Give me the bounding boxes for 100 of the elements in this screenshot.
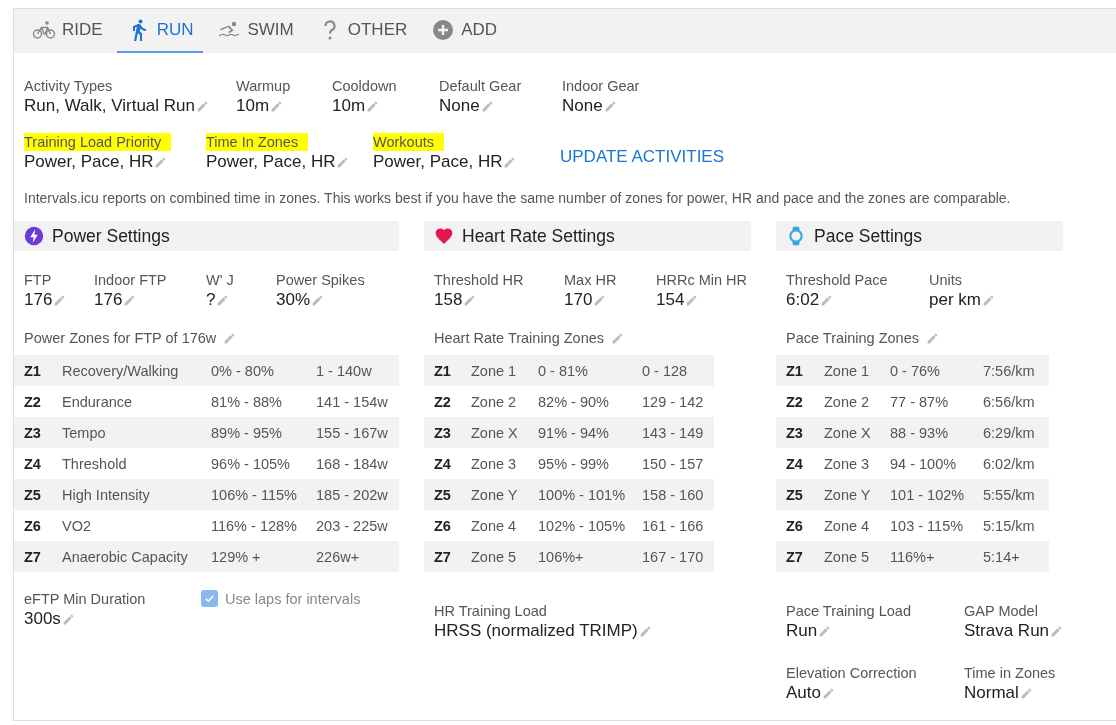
sport-tab[interactable]: SWIM [207, 9, 304, 53]
checkbox[interactable] [201, 590, 218, 607]
zone-name-cell-text: Zone 2 [824, 393, 871, 410]
pencil-icon[interactable] [154, 155, 168, 169]
zone-range-cell-text: 0 - 128 [642, 362, 689, 379]
pencil-icon[interactable] [223, 331, 237, 345]
field-value: None [562, 95, 603, 117]
pencil-icon[interactable] [53, 293, 67, 307]
sport-tab[interactable]: RUN [116, 9, 204, 53]
field-label: Elevation Correction [786, 664, 917, 682]
zone-name-cell-text: Zone X [471, 424, 519, 441]
field-label: HRRc Min HR [656, 271, 748, 289]
zone-cell-text: Z6 [786, 517, 804, 534]
pencil-icon[interactable] [270, 99, 284, 113]
sport-tab[interactable]: RIDE [22, 9, 113, 53]
field-label: Cooldown [332, 77, 397, 95]
pencil-icon[interactable] [336, 155, 350, 169]
zone-cell-text: Z5 [786, 486, 804, 503]
zone-range-cell-text: 7:56/km [983, 362, 1036, 379]
zone-percent-cell-text: 100% - 101% [538, 486, 627, 503]
zone-cell-text: Z1 [434, 362, 452, 379]
zone-range-cell-text: 5:15/km [983, 517, 1036, 534]
pencil-icon[interactable] [926, 331, 939, 345]
field-value: 6:02 [786, 289, 820, 311]
zone-percent-cell-text: 88 - 93% [890, 424, 950, 441]
field-value: Power, Pace, HR [206, 151, 336, 173]
zone-cell-text: Z2 [24, 393, 42, 410]
pencil-icon[interactable] [603, 99, 617, 113]
field-value: HRSS (normalized TRIMP) [434, 620, 638, 642]
field-label: Indoor FTP [94, 271, 167, 289]
field-value: Power, Pace, HR [24, 151, 154, 173]
pencil-icon[interactable] [311, 293, 325, 307]
pencil-icon[interactable] [820, 293, 834, 307]
field-label: Pace Training Load [786, 602, 911, 620]
pencil-icon[interactable] [1050, 624, 1064, 638]
field-value: 176 [24, 289, 53, 311]
pencil-icon[interactable] [611, 331, 625, 345]
pencil-icon[interactable] [366, 99, 380, 113]
zone-percent-cell-text: 116%+ [890, 548, 936, 565]
zone-range-cell-text: 158 - 160 [642, 486, 705, 503]
zone-range-cell-text: 167 - 170 [642, 548, 705, 565]
field-label: GAP Model [964, 602, 1038, 620]
pencil-icon[interactable] [818, 624, 832, 638]
zone-name-cell-text: Zone 3 [471, 455, 518, 472]
field-label: Activity Types [24, 77, 113, 95]
pencil-icon[interactable] [463, 293, 477, 307]
zone-name-cell-text: Zone 2 [471, 393, 518, 410]
field-value: per km [929, 289, 981, 311]
section-title: Pace Settings [814, 225, 922, 247]
pencil-icon[interactable] [61, 612, 75, 626]
zone-name-cell-text: Zone 1 [824, 362, 871, 379]
zone-name-cell-text: Zone 3 [824, 455, 871, 472]
field-label: HR Training Load [434, 602, 547, 620]
pencil-icon[interactable] [685, 293, 699, 307]
zone-name-cell-text: Anaerobic Capacity [62, 548, 189, 565]
zone-range-cell-text: 150 - 157 [642, 455, 705, 472]
pencil-icon[interactable] [822, 686, 835, 700]
sport-tab[interactable]: ADD [421, 9, 508, 53]
zone-percent-cell-text: 89% - 95% [211, 424, 283, 441]
zone-range-cell-text: 226w+ [316, 548, 361, 565]
zone-name-cell-text: Zone 5 [824, 548, 871, 565]
field-value: 30% [276, 289, 311, 311]
zone-percent-cell-text: 82% - 90% [538, 393, 610, 410]
zone-percent-cell-text: 116% - 128% [211, 517, 298, 534]
field-label: eFTP Min Duration [24, 590, 146, 608]
zone-range-cell-text: 161 - 166 [642, 517, 705, 534]
pencil-icon[interactable] [981, 293, 995, 307]
pencil-icon[interactable] [123, 293, 137, 307]
field-value: Run, Walk, Virtual Run [24, 95, 195, 117]
section-title: Power Settings [52, 225, 170, 247]
pencil-icon[interactable] [638, 624, 652, 638]
zone-percent-cell-text: 96% - 105% [211, 455, 291, 472]
zone-name-cell-text: VO2 [62, 517, 92, 534]
zone-name-cell-text: Zone 1 [471, 362, 518, 379]
update-activities-button[interactable]: UPDATE ACTIVITIES [560, 147, 725, 173]
section-title: Heart Rate Settings [462, 225, 615, 247]
sport-tab[interactable]: OTHER [307, 9, 418, 53]
zone-cell-text: Z6 [434, 517, 452, 534]
zone-range-cell-text: 155 - 167w [316, 424, 389, 441]
pencil-icon[interactable] [503, 155, 517, 169]
lightning-bolt-icon [24, 226, 44, 246]
pencil-icon[interactable] [480, 99, 494, 113]
field-value: ? [206, 289, 216, 311]
zone-name-cell-text: Recovery/Walking [62, 362, 180, 379]
zone-cell-text: Z2 [434, 393, 452, 410]
pencil-icon[interactable] [216, 293, 230, 307]
zone-name-cell-text: Zone Y [471, 486, 519, 503]
zone-range-cell-text: 6:02/km [983, 455, 1036, 472]
zone-cell-text: Z7 [24, 548, 42, 565]
field-label: Workouts [373, 133, 444, 151]
zone-cell-text: Z4 [434, 455, 452, 472]
field-label: Time In Zones [206, 133, 309, 151]
pencil-icon[interactable] [1019, 686, 1033, 700]
field-label: Max HR [564, 271, 617, 289]
zone-percent-cell-text: 102% - 105% [538, 517, 627, 534]
zone-percent-cell-text: 91% - 94% [538, 424, 610, 441]
zone-range-cell-text: 1 - 140w [316, 362, 373, 379]
watch-icon [786, 226, 806, 246]
pencil-icon[interactable] [593, 293, 607, 307]
pencil-icon[interactable] [196, 99, 209, 113]
